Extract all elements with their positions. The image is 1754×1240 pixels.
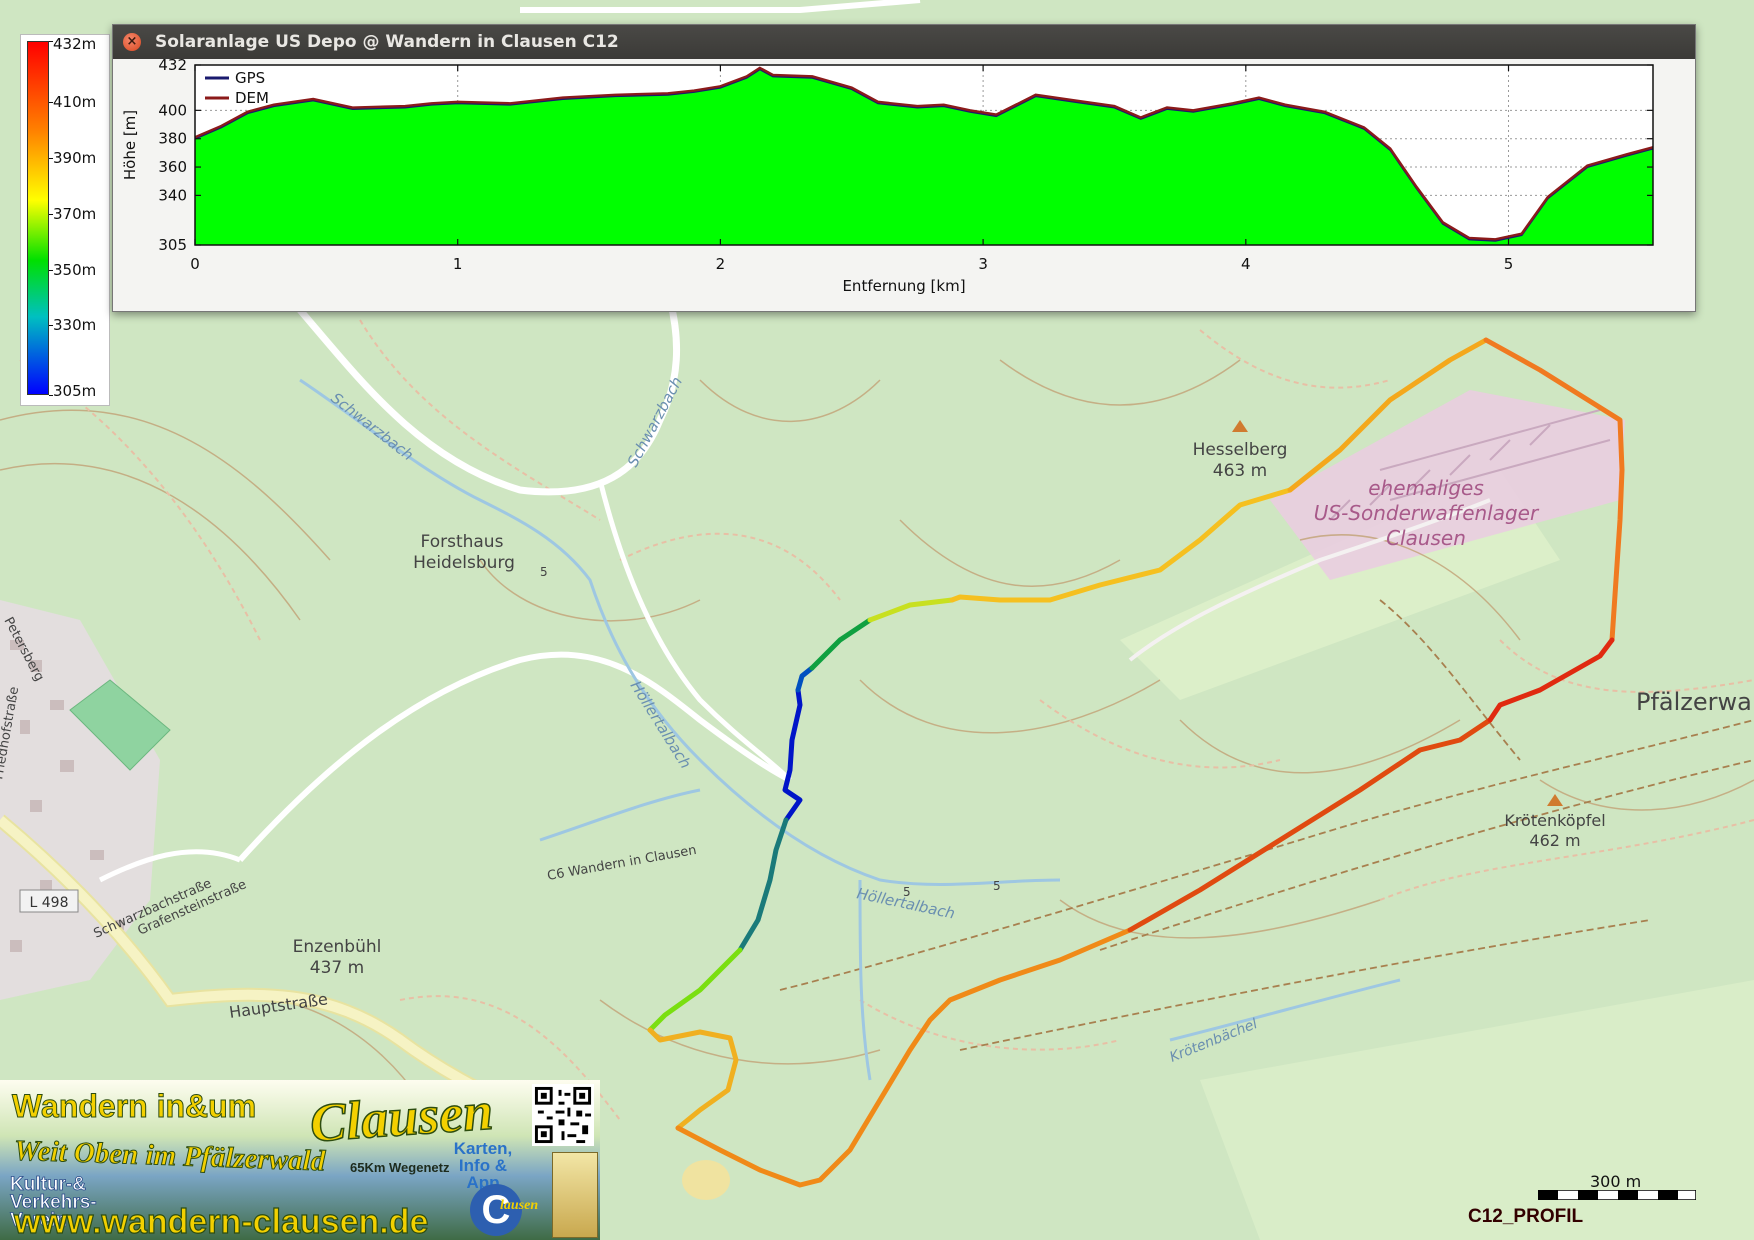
logo-url: www.wandern-clausen.de <box>13 1202 429 1240</box>
label-kroetenkoepfel: Krötenköpfel <box>1504 811 1605 830</box>
elevation-color-scale <box>27 41 49 395</box>
window-titlebar[interactable]: × Solaranlage US Depo @ Wandern in Claus… <box>113 25 1695 59</box>
label-depot-line1: ehemaliges <box>1368 476 1484 500</box>
x-tick-label: 3 <box>978 255 988 273</box>
x-tick-label: 1 <box>453 255 463 273</box>
legend-entry-dem: DEM <box>235 89 269 107</box>
wandern-clausen-logo: Wandern in&um Clausen Weit Oben im Pfälz… <box>0 1080 600 1240</box>
y-tick-label: 400 <box>158 101 187 119</box>
legend-entry-gps: GPS <box>235 69 265 87</box>
x-tick-label: 5 <box>1504 255 1514 273</box>
label-hesselberg-elevation: 463 m <box>1213 461 1267 481</box>
route-marker-5c: 5 <box>993 879 1001 893</box>
y-tick-label: 360 <box>158 158 187 176</box>
close-icon: × <box>126 34 138 49</box>
route-marker-5b: 5 <box>903 885 911 899</box>
elevation-profile-chart: 0 1 2 3 4 5 305 340 360 380 400 432 Entfernung [km] H… <box>121 59 1654 295</box>
label-forsthaus-1: Forsthaus <box>421 532 504 552</box>
qr-code-icon <box>532 1084 594 1146</box>
x-tick-label: 0 <box>190 255 200 273</box>
logo-headline: Wandern in&um <box>11 1088 257 1125</box>
label-enzenbuehl: Enzenbühl <box>293 937 382 957</box>
close-button[interactable]: × <box>123 33 141 51</box>
y-tick-label: 305 <box>158 236 187 254</box>
label-road-l498: L 498 <box>30 895 69 911</box>
scale-bar <box>1538 1190 1696 1200</box>
y-tick-label: 432 <box>158 59 187 74</box>
window-title: Solaranlage US Depo @ Wandern in Clausen… <box>155 32 619 52</box>
x-tick-label: 4 <box>1241 255 1251 273</box>
label-hesselberg: Hesselberg <box>1193 440 1288 460</box>
scale-label: 300 m <box>1590 1172 1642 1191</box>
legend-label: 432m <box>53 35 97 53</box>
legend-label: 390m <box>53 149 97 168</box>
booklet-icon <box>552 1152 598 1238</box>
label-depot-line3: Clausen <box>1386 526 1466 550</box>
legend-label: 305m <box>53 382 97 400</box>
legend-label: 410m <box>53 93 97 112</box>
logo-network: 65Km Wegenetz <box>350 1160 450 1175</box>
y-tick-label: 340 <box>158 186 187 204</box>
label-depot-line2: US-Sonderwaffenlager <box>1314 501 1540 525</box>
logo-app-info: Karten, Info & App <box>453 1139 513 1192</box>
elevation-legend: 432m 410m 390m 370m 350m 330m 305m <box>20 34 110 406</box>
elevation-profile-window[interactable]: × Solaranlage US Depo @ Wandern in Claus… <box>112 24 1696 312</box>
label-enzenbuehl-elevation: 437 m <box>310 958 364 978</box>
x-axis-label: Entfernung [km] <box>842 277 965 295</box>
label-forsthaus-2: Heidelsburg <box>413 553 515 573</box>
x-tick-label: 2 <box>716 255 726 273</box>
profile-label: C12_PROFIL <box>1468 1206 1584 1227</box>
legend-label: 350m <box>53 260 97 279</box>
y-tick-label: 380 <box>158 130 187 148</box>
label-kroetenkoepfel-elevation: 462 m <box>1529 831 1580 850</box>
logo-slogan: Weit Oben im Pfälzerwald <box>13 1134 326 1178</box>
y-axis-label: Höhe [m] <box>121 110 139 180</box>
label-pfaelzerwald: Pfälzerwa <box>1636 688 1752 716</box>
legend-label: 330m <box>53 316 97 335</box>
logo-c-script: lausen <box>500 1198 539 1213</box>
route-marker-5: 5 <box>540 565 548 579</box>
pond-area <box>682 1160 730 1200</box>
legend-label: 370m <box>53 204 97 223</box>
